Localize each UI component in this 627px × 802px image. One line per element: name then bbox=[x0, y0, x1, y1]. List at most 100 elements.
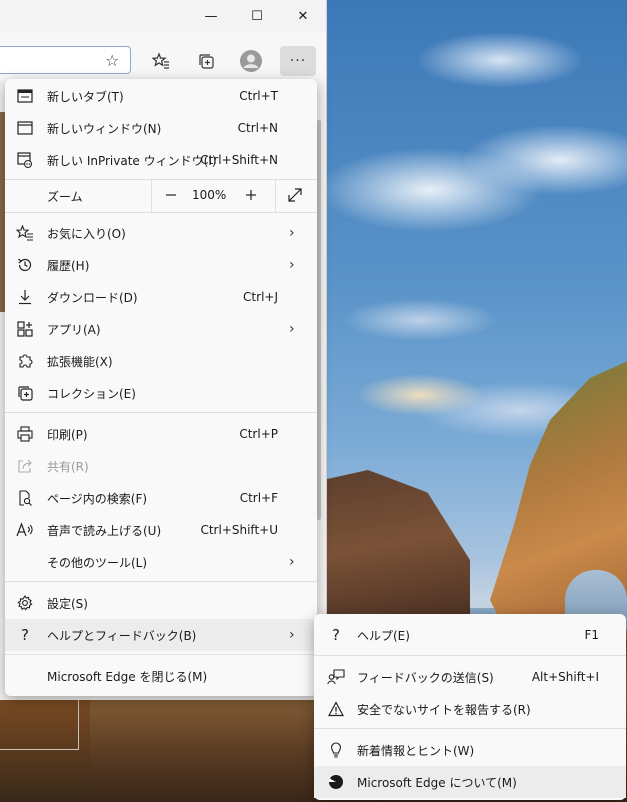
shortcut-label: Ctrl+Shift+N bbox=[200, 153, 278, 167]
profile-button[interactable] bbox=[236, 46, 266, 76]
zoom-row: ズーム 100% bbox=[5, 180, 317, 212]
collections-icon bbox=[15, 383, 35, 403]
feedback-icon bbox=[326, 667, 346, 687]
menu-item-favorites[interactable]: お気に入り(O) › bbox=[5, 217, 317, 249]
help-submenu: ? ヘルプ(E) F1 フィードバックの送信(S) Alt+Shift+I 安全… bbox=[314, 614, 626, 800]
menu-divider bbox=[5, 412, 317, 413]
submenu-item-whats-new[interactable]: 新着情報とヒント(W) bbox=[314, 734, 626, 766]
menu-item-label: Microsoft Edge について(M) bbox=[357, 775, 517, 790]
menu-item-label: 新しい InPrivate ウィンドウ(I) bbox=[47, 153, 217, 168]
zoom-out-button[interactable] bbox=[159, 185, 183, 205]
menu-item-find-on-page[interactable]: ページ内の検索(F) Ctrl+F bbox=[5, 482, 317, 514]
menu-item-label: Microsoft Edge を閉じる(M) bbox=[47, 669, 208, 684]
minus-icon bbox=[166, 194, 176, 196]
download-icon bbox=[15, 287, 35, 307]
shortcut-label: Ctrl+P bbox=[239, 427, 278, 441]
submenu-item-send-feedback[interactable]: フィードバックの送信(S) Alt+Shift+I bbox=[314, 661, 626, 693]
avatar bbox=[240, 50, 262, 72]
shortcut-label: Ctrl+F bbox=[239, 491, 278, 505]
plus-icon bbox=[246, 190, 256, 200]
chevron-right-icon: › bbox=[289, 225, 295, 241]
close-icon: ✕ bbox=[297, 8, 309, 24]
address-bar[interactable]: ☆ bbox=[0, 46, 131, 74]
chevron-right-icon: › bbox=[289, 321, 295, 337]
close-button[interactable]: ✕ bbox=[280, 0, 326, 32]
share-icon bbox=[15, 456, 35, 476]
shortcut-label: F1 bbox=[584, 628, 599, 642]
apps-icon bbox=[15, 319, 35, 339]
menu-item-label: ヘルプとフィードバック(B) bbox=[47, 628, 197, 643]
fullscreen-icon bbox=[288, 188, 302, 202]
zoom-value: 100% bbox=[192, 188, 227, 202]
new-window-icon bbox=[15, 118, 35, 138]
menu-item-label: 印刷(P) bbox=[47, 427, 88, 442]
edge-logo-icon bbox=[326, 772, 346, 792]
menu-item-collections[interactable]: コレクション(E) bbox=[5, 377, 317, 409]
menu-divider bbox=[5, 654, 317, 655]
chevron-right-icon: › bbox=[289, 627, 295, 643]
menu-item-label: お気に入り(O) bbox=[47, 226, 126, 241]
favorites-button[interactable] bbox=[146, 46, 176, 76]
menu-item-label: フィードバックの送信(S) bbox=[357, 670, 494, 685]
more-icon: ··· bbox=[289, 53, 307, 69]
minimize-button[interactable]: — bbox=[188, 0, 234, 32]
scrollbar[interactable] bbox=[317, 120, 321, 520]
maximize-button[interactable]: ☐ bbox=[234, 0, 280, 32]
question-icon: ? bbox=[332, 626, 340, 644]
submenu-item-about-edge[interactable]: Microsoft Edge について(M) bbox=[314, 766, 626, 798]
favorites-icon bbox=[152, 52, 169, 69]
history-icon bbox=[15, 255, 35, 275]
menu-item-label: 設定(S) bbox=[47, 596, 88, 611]
menu-item-label: ページ内の検索(F) bbox=[47, 491, 148, 506]
collections-icon bbox=[199, 54, 214, 69]
shortcut-label: Ctrl+Shift+U bbox=[200, 523, 278, 537]
menu-item-downloads[interactable]: ダウンロード(D) Ctrl+J bbox=[5, 281, 317, 313]
chevron-right-icon: › bbox=[289, 257, 295, 273]
menu-item-share: 共有(R) bbox=[5, 450, 317, 482]
menu-item-help-and-feedback[interactable]: ? ヘルプとフィードバック(B) › bbox=[5, 619, 317, 651]
menu-item-history[interactable]: 履歴(H) › bbox=[5, 249, 317, 281]
zoom-divider bbox=[275, 180, 276, 212]
menu-item-apps[interactable]: アプリ(A) › bbox=[5, 313, 317, 345]
menu-item-settings[interactable]: 設定(S) bbox=[5, 587, 317, 619]
settings-and-more-button[interactable]: ··· bbox=[280, 46, 316, 76]
menu-item-label: アプリ(A) bbox=[47, 322, 101, 337]
menu-item-label: 新しいウィンドウ(N) bbox=[47, 121, 162, 136]
submenu-item-report-unsafe-site[interactable]: 安全でないサイトを報告する(R) bbox=[314, 693, 626, 725]
menu-item-label: その他のツール(L) bbox=[47, 555, 148, 570]
menu-item-read-aloud[interactable]: 音声で読み上げる(U) Ctrl+Shift+U bbox=[5, 514, 317, 546]
menu-item-label: 履歴(H) bbox=[47, 258, 90, 273]
favorite-star-icon[interactable]: ☆ bbox=[105, 51, 119, 70]
shortcut-label: Ctrl+J bbox=[243, 290, 278, 304]
menu-divider bbox=[5, 212, 317, 213]
find-page-icon bbox=[15, 488, 35, 508]
favorites-icon bbox=[15, 223, 35, 243]
submenu-item-help[interactable]: ? ヘルプ(E) F1 bbox=[314, 619, 626, 651]
collections-button[interactable] bbox=[191, 46, 221, 76]
menu-item-close-edge[interactable]: Microsoft Edge を閉じる(M) bbox=[5, 660, 317, 692]
shortcut-label: Alt+Shift+I bbox=[531, 670, 599, 684]
zoom-divider bbox=[151, 180, 152, 212]
warning-icon bbox=[326, 699, 346, 719]
title-bar: — ☐ ✕ bbox=[0, 0, 326, 32]
menu-item-new-window[interactable]: 新しいウィンドウ(N) Ctrl+N bbox=[5, 112, 317, 144]
printer-icon bbox=[15, 424, 35, 444]
menu-item-extensions[interactable]: 拡張機能(X) bbox=[5, 345, 317, 377]
menu-divider bbox=[314, 655, 626, 656]
maximize-icon: ☐ bbox=[251, 8, 263, 24]
zoom-in-button[interactable] bbox=[239, 185, 263, 205]
menu-item-more-tools[interactable]: その他のツール(L) › bbox=[5, 546, 317, 578]
chevron-right-icon: › bbox=[289, 554, 295, 570]
toolbar: ☆ ··· bbox=[0, 32, 326, 82]
shortcut-label: Ctrl+N bbox=[237, 121, 278, 135]
read-aloud-icon bbox=[15, 520, 35, 540]
menu-item-new-inprivate-window[interactable]: 新しい InPrivate ウィンドウ(I) Ctrl+Shift+N bbox=[5, 144, 317, 176]
menu-item-label: ダウンロード(D) bbox=[47, 290, 138, 305]
new-tab-icon bbox=[15, 86, 35, 106]
menu-item-print[interactable]: 印刷(P) Ctrl+P bbox=[5, 418, 317, 450]
lightbulb-icon bbox=[326, 740, 346, 760]
menu-item-label: 安全でないサイトを報告する(R) bbox=[357, 702, 531, 717]
menu-item-new-tab[interactable]: 新しいタブ(T) Ctrl+T bbox=[5, 80, 317, 112]
minimize-icon: — bbox=[204, 8, 218, 24]
fullscreen-button[interactable] bbox=[283, 185, 307, 205]
